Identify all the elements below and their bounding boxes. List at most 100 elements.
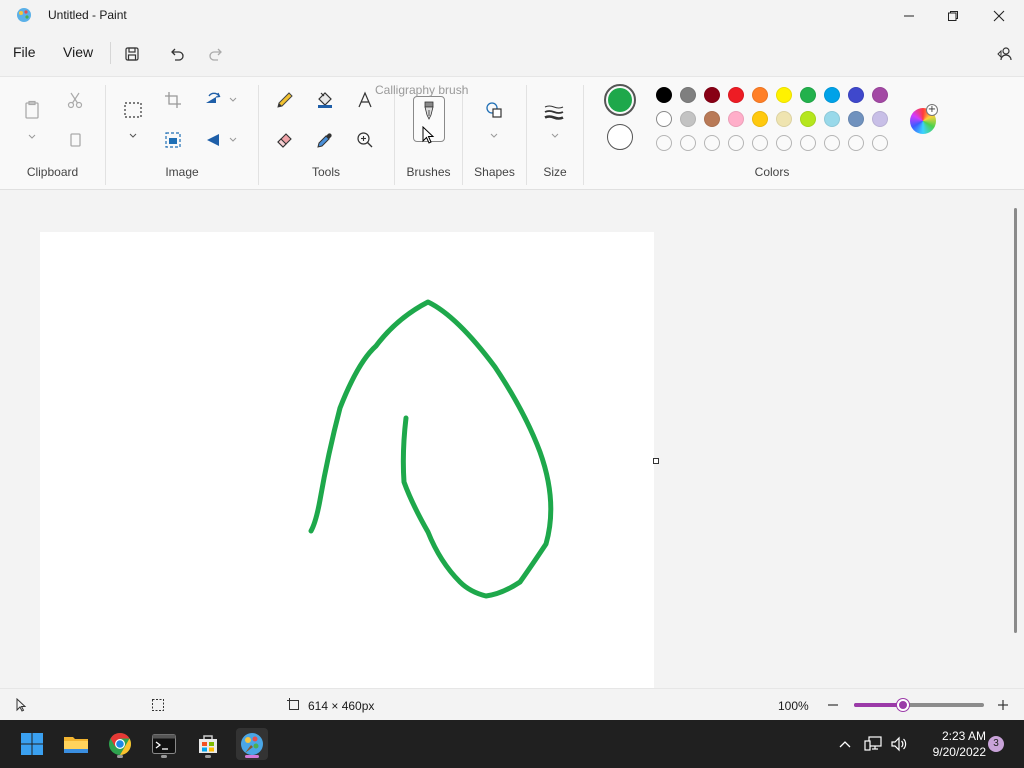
palette-color[interactable] <box>728 111 744 127</box>
primary-color-swatch[interactable] <box>604 84 636 116</box>
shapes-icon <box>486 102 502 118</box>
palette-color[interactable] <box>728 87 744 103</box>
custom-color-slot[interactable] <box>656 135 672 151</box>
crop-button[interactable] <box>160 87 186 113</box>
eraser-button[interactable] <box>272 127 298 153</box>
palette-color[interactable] <box>656 111 672 127</box>
palette-color[interactable] <box>848 111 864 127</box>
chevron-down-icon[interactable] <box>27 132 37 142</box>
image-label: Image <box>165 165 199 179</box>
copy-icon <box>70 133 81 147</box>
palette-color[interactable] <box>872 111 888 127</box>
vertical-scrollbar[interactable] <box>1014 208 1017 633</box>
active-app-indicator <box>245 755 259 758</box>
shapes-button[interactable] <box>481 97 507 123</box>
chevron-up-icon[interactable] <box>838 738 852 750</box>
zoom-out-icon[interactable] <box>826 698 840 712</box>
palette-color[interactable] <box>752 111 768 127</box>
resize-button[interactable] <box>160 127 186 153</box>
zoom-percentage: 100% <box>778 699 809 713</box>
copy-button[interactable] <box>62 127 88 153</box>
custom-color-slot[interactable] <box>848 135 864 151</box>
taskbar-paint[interactable] <box>236 728 268 760</box>
drawing-canvas[interactable] <box>40 232 654 688</box>
file-menu[interactable]: File <box>13 44 36 60</box>
palette-color[interactable] <box>704 111 720 127</box>
custom-color-slot[interactable] <box>824 135 840 151</box>
zoom-in-icon[interactable] <box>996 698 1010 712</box>
brushes-label: Brushes <box>406 165 451 179</box>
redo-icon <box>209 48 222 61</box>
minimize-icon <box>904 15 914 17</box>
fill-button[interactable] <box>312 87 338 113</box>
custom-color-slot[interactable] <box>800 135 816 151</box>
chevron-down-icon[interactable] <box>489 131 499 141</box>
palette-color[interactable] <box>800 87 816 103</box>
share-button[interactable] <box>990 40 1018 68</box>
palette-color[interactable] <box>704 87 720 103</box>
notification-badge[interactable]: 3 <box>988 736 1004 752</box>
custom-color-slot[interactable] <box>752 135 768 151</box>
clock-time: 2:23 AM <box>941 729 986 743</box>
taskbar-chrome[interactable] <box>104 728 136 760</box>
palette-color[interactable] <box>848 87 864 103</box>
chevron-down-icon[interactable] <box>128 131 138 141</box>
close-button[interactable] <box>976 0 1022 32</box>
start-button[interactable] <box>16 728 48 760</box>
size-label: Size <box>543 165 567 179</box>
custom-color-slot[interactable] <box>776 135 792 151</box>
palette-color[interactable] <box>776 111 792 127</box>
eyedropper-icon <box>317 133 332 148</box>
save-button[interactable] <box>118 40 146 68</box>
size-button[interactable] <box>541 99 567 125</box>
running-indicator <box>205 755 211 758</box>
chevron-down-icon[interactable] <box>228 95 238 105</box>
paint-icon <box>241 733 263 755</box>
canvas-dimensions: 614 × 460px <box>308 699 375 713</box>
palette-color[interactable] <box>680 87 696 103</box>
line-size-icon <box>544 105 564 120</box>
canvas-resize-handle[interactable] <box>653 458 659 464</box>
selection-rectangle-icon <box>124 102 142 118</box>
close-icon <box>993 10 1005 22</box>
save-icon <box>125 47 139 61</box>
taskbar-store[interactable] <box>192 728 224 760</box>
minimize-button[interactable] <box>886 0 932 32</box>
paste-button[interactable] <box>19 97 45 123</box>
palette-color[interactable] <box>656 87 672 103</box>
palette-color[interactable] <box>776 87 792 103</box>
clock[interactable]: 2:23 AM 9/20/2022 <box>914 728 986 760</box>
magnifier-button[interactable] <box>352 127 378 153</box>
cut-button[interactable] <box>62 87 88 113</box>
custom-color-slot[interactable] <box>728 135 744 151</box>
flip-button[interactable] <box>200 127 226 153</box>
palette-color[interactable] <box>824 87 840 103</box>
store-icon <box>199 735 217 753</box>
volume-icon[interactable] <box>890 736 908 752</box>
custom-color-slot[interactable] <box>704 135 720 151</box>
chevron-down-icon[interactable] <box>228 135 238 145</box>
color-picker-button[interactable] <box>312 127 338 153</box>
paste-icon <box>25 100 39 119</box>
pencil-button[interactable] <box>272 87 298 113</box>
select-button[interactable] <box>120 97 146 123</box>
custom-color-slot[interactable] <box>680 135 696 151</box>
crop-icon <box>165 92 181 108</box>
palette-color[interactable] <box>824 111 840 127</box>
palette-color[interactable] <box>752 87 768 103</box>
palette-color[interactable] <box>680 111 696 127</box>
palette-color[interactable] <box>800 111 816 127</box>
restore-button[interactable] <box>930 0 976 32</box>
secondary-color-swatch[interactable] <box>607 124 633 150</box>
restore-icon <box>948 11 958 21</box>
taskbar-file-explorer[interactable] <box>60 728 92 760</box>
palette-color[interactable] <box>872 87 888 103</box>
rotate-button[interactable] <box>200 87 226 113</box>
network-icon[interactable] <box>864 736 882 752</box>
taskbar-terminal[interactable] <box>148 728 180 760</box>
custom-color-slot[interactable] <box>872 135 888 151</box>
chevron-down-icon[interactable] <box>550 131 560 141</box>
redo-button[interactable] <box>202 40 230 68</box>
view-menu[interactable]: View <box>63 44 93 60</box>
undo-button[interactable] <box>163 40 191 68</box>
